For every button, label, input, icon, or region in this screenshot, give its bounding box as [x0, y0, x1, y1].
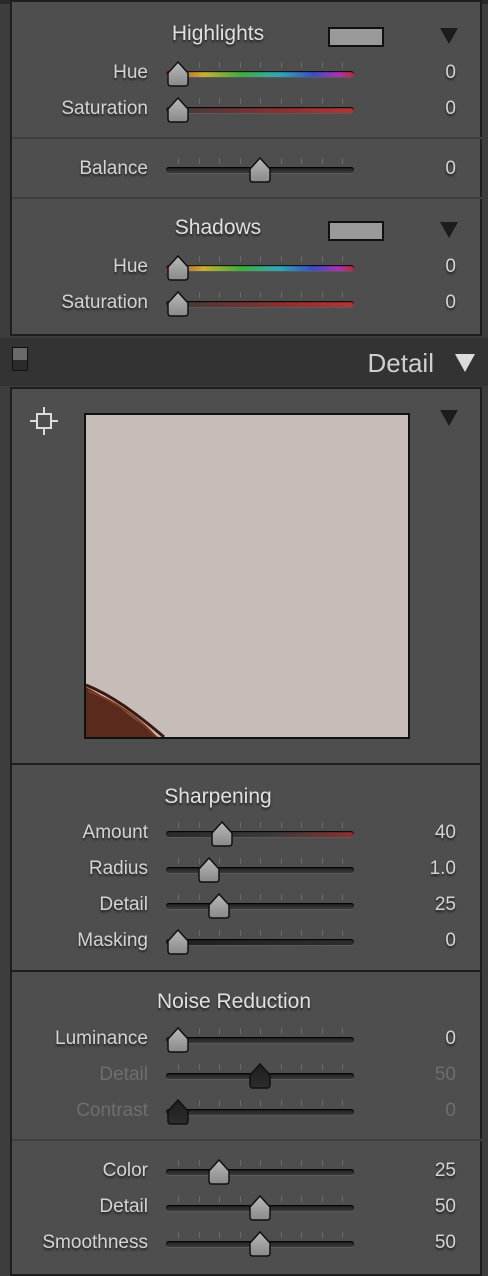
- sharpening-detail-value[interactable]: 25: [390, 894, 456, 916]
- slider-thumb[interactable]: [166, 1098, 190, 1125]
- shadows-color-swatch[interactable]: [328, 221, 384, 241]
- luminance-value[interactable]: 0: [390, 1028, 456, 1050]
- detail-preview-image[interactable]: [84, 413, 410, 739]
- balance-slider[interactable]: [166, 156, 354, 183]
- divider: [12, 137, 482, 139]
- masking-slider[interactable]: [166, 928, 354, 955]
- color-detail-label: Detail: [99, 1196, 148, 1217]
- slider-track[interactable]: [166, 71, 354, 77]
- slider-ticks: [178, 256, 343, 263]
- sharpening-detail-slider[interactable]: [166, 892, 354, 919]
- slider-thumb[interactable]: [248, 1194, 272, 1221]
- slider-thumb[interactable]: [248, 1062, 272, 1089]
- panel-toggle-switch[interactable]: [12, 347, 28, 371]
- luminance-label: Luminance: [55, 1028, 148, 1049]
- slider-track[interactable]: [166, 1109, 354, 1115]
- slider-track[interactable]: [166, 265, 354, 271]
- color-detail-value[interactable]: 50: [390, 1196, 456, 1218]
- slider-thumb[interactable]: [248, 1230, 272, 1257]
- slider-track[interactable]: [166, 867, 354, 873]
- smoothness-value[interactable]: 50: [390, 1232, 456, 1254]
- crosshair-target-icon[interactable]: [28, 405, 60, 437]
- slider-thumb[interactable]: [166, 96, 190, 123]
- slider-track[interactable]: [166, 1169, 354, 1175]
- color-slider[interactable]: [166, 1158, 354, 1185]
- shadows-saturation-value[interactable]: 0: [390, 292, 456, 314]
- shadows-hue-label: Hue: [113, 256, 148, 277]
- slider-ticks: [178, 1100, 343, 1107]
- shadows-hue-value[interactable]: 0: [390, 256, 456, 278]
- triangle-down-icon[interactable]: [455, 354, 475, 372]
- masking-label: Masking: [77, 930, 148, 951]
- divider: [12, 763, 482, 765]
- slider-thumb[interactable]: [166, 60, 190, 87]
- slider-track[interactable]: [166, 1037, 354, 1043]
- amount-slider[interactable]: [166, 820, 354, 847]
- radius-slider[interactable]: [166, 856, 354, 883]
- slider-thumb[interactable]: [197, 856, 221, 883]
- luminance-contrast-label: Contrast: [76, 1100, 148, 1121]
- luminance-contrast-value: 0: [445, 1100, 456, 1121]
- color-value[interactable]: 25: [390, 1160, 456, 1182]
- smoothness-slider[interactable]: [166, 1230, 354, 1257]
- luminance-detail-label: Detail: [99, 1064, 148, 1085]
- luminance-contrast-slider: [166, 1098, 354, 1125]
- balance-value[interactable]: 0: [390, 158, 456, 180]
- slider-thumb[interactable]: [248, 156, 272, 183]
- detail-header-title[interactable]: Detail: [300, 348, 434, 379]
- highlights-saturation-label: Saturation: [61, 98, 148, 119]
- amount-value[interactable]: 40: [390, 822, 456, 844]
- triangle-down-icon[interactable]: [440, 222, 458, 238]
- color-label: Color: [102, 1160, 148, 1181]
- divider: [12, 970, 482, 972]
- balance-label: Balance: [79, 158, 148, 179]
- slider-ticks: [178, 62, 343, 69]
- masking-value[interactable]: 0: [390, 930, 456, 952]
- slider-track[interactable]: [166, 107, 354, 113]
- slider-thumb[interactable]: [166, 928, 190, 955]
- divider: [12, 197, 482, 199]
- sharpening-title: Sharpening: [164, 785, 272, 808]
- luminance-slider[interactable]: [166, 1026, 354, 1053]
- slider-ticks: [178, 822, 343, 829]
- slider-ticks: [178, 930, 343, 937]
- slider-ticks: [178, 1028, 343, 1035]
- radius-label: Radius: [88, 858, 148, 879]
- slider-thumb[interactable]: [166, 254, 190, 281]
- slider-thumb[interactable]: [207, 1158, 231, 1185]
- slider-track[interactable]: [166, 939, 354, 945]
- slider-ticks: [178, 98, 343, 105]
- luminance-detail-slider: [166, 1062, 354, 1089]
- noise-reduction-title: Noise Reduction: [156, 990, 312, 1013]
- shadows-hue-slider[interactable]: [166, 254, 354, 281]
- highlights-saturation-slider[interactable]: [166, 96, 354, 123]
- highlights-color-swatch[interactable]: [328, 27, 384, 47]
- slider-thumb[interactable]: [166, 1026, 190, 1053]
- color-detail-slider[interactable]: [166, 1194, 354, 1221]
- slider-thumb[interactable]: [210, 820, 234, 847]
- slider-ticks: [178, 894, 343, 901]
- triangle-down-icon[interactable]: [440, 28, 458, 44]
- luminance-detail-value: 50: [434, 1064, 456, 1085]
- slider-thumb[interactable]: [207, 892, 231, 919]
- sharpening-detail-label: Detail: [99, 894, 148, 915]
- amount-label: Amount: [82, 822, 148, 843]
- divider: [12, 1139, 482, 1141]
- shadows-saturation-slider[interactable]: [166, 290, 354, 317]
- slider-track[interactable]: [166, 831, 354, 837]
- slider-track[interactable]: [166, 301, 354, 307]
- highlights-saturation-value[interactable]: 0: [390, 98, 456, 120]
- slider-ticks: [178, 1160, 343, 1167]
- radius-value[interactable]: 1.0: [390, 858, 456, 880]
- triangle-down-icon[interactable]: [440, 410, 458, 426]
- slider-ticks: [178, 292, 343, 299]
- smoothness-label: Smoothness: [42, 1232, 148, 1253]
- shadows-saturation-label: Saturation: [61, 292, 148, 313]
- highlights-hue-slider[interactable]: [166, 60, 354, 87]
- slider-track[interactable]: [166, 903, 354, 909]
- slider-thumb[interactable]: [166, 290, 190, 317]
- highlights-hue-value[interactable]: 0: [390, 62, 456, 84]
- highlights-hue-label: Hue: [113, 62, 148, 83]
